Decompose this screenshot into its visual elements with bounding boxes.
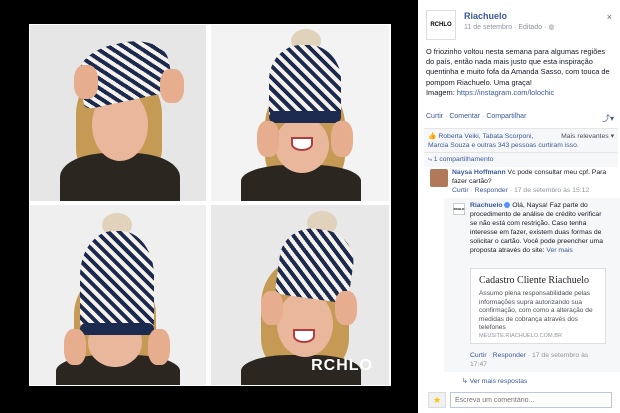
like-button[interactable]: Curtir <box>426 113 443 120</box>
hand <box>148 329 170 365</box>
page-name-link[interactable]: Riachuelo <box>464 11 507 21</box>
shares-count[interactable]: 1 compartilhamento <box>434 156 494 163</box>
link-card-title: Cadastro Cliente Riachuelo <box>479 275 589 286</box>
photo-tile-1 <box>30 25 206 201</box>
hat-band <box>80 323 154 335</box>
caption-text: O friozinho voltou nesta semana para alg… <box>426 47 610 87</box>
photo-viewer: RCHLO <box>0 0 418 413</box>
face <box>277 291 333 357</box>
caption-link[interactable]: https://instagram.com/lolochic <box>457 88 554 97</box>
globe-icon: ◍ <box>548 24 555 31</box>
user-avatar-icon: ★ <box>428 392 446 408</box>
post-meta: 11 de setembro · Editado · ◍ <box>464 24 555 31</box>
reply-page-avatar[interactable]: RCHLO <box>453 203 465 215</box>
write-comment-row: ★ <box>428 390 612 410</box>
photo-tile-4: RCHLO <box>211 205 389 385</box>
edited-label[interactable]: Editado <box>518 24 542 31</box>
reply-body: Olá, Naysa! Faz parte do procedimento de… <box>470 202 603 254</box>
reply-like-link[interactable]: Curtir <box>470 352 487 359</box>
link-preview-card[interactable]: Cadastro Cliente Riachuelo Assumo plena … <box>470 268 606 344</box>
post-date[interactable]: 11 de setembro <box>464 24 512 31</box>
see-more-link[interactable]: Ver mais <box>546 247 572 254</box>
close-icon[interactable]: × <box>607 12 612 22</box>
photo-tile-2 <box>211 25 389 201</box>
sort-relevant-dropdown[interactable]: Mais relevantes ▾ <box>561 132 614 141</box>
shares-summary: ⤷ 1 compartilhamento <box>424 152 618 167</box>
photo-collage[interactable]: RCHLO <box>29 24 391 386</box>
comment-button[interactable]: Comentar <box>449 113 480 120</box>
page-avatar[interactable]: RCHLO <box>426 10 456 40</box>
beanie-hat <box>80 231 154 331</box>
post-header: RCHLO Riachuelo 11 de setembro · Editado… <box>426 10 616 40</box>
more-replies-link[interactable]: ↳ Ver mais respostas <box>462 377 527 385</box>
likes-summary: 👍 Roberta Veiki, Tabata Scorponi, Mais r… <box>424 128 618 153</box>
commenter-avatar[interactable] <box>430 169 448 187</box>
reply-author[interactable]: Riachuelo <box>470 202 502 209</box>
mouth <box>291 137 313 151</box>
link-card-description: Assumo plena responsabilidade pelas info… <box>479 290 593 332</box>
hand <box>74 65 98 99</box>
reply-meta: Curtir · Responder · 17 de setembro às 1… <box>470 352 589 368</box>
hand <box>257 121 279 157</box>
photo-tile-3 <box>30 205 206 385</box>
hand <box>64 329 86 365</box>
hand <box>331 121 353 157</box>
reply-time[interactable]: 17 de setembro às 17:47 <box>470 352 588 368</box>
brand-watermark: RCHLO <box>311 357 373 374</box>
comment-item: Naysa Hoffmann Vc pode consultar meu cpf… <box>452 168 608 195</box>
comment-like-link[interactable]: Curtir <box>452 187 469 194</box>
hand <box>160 69 184 103</box>
share-options-icon[interactable]: ⤴▾ <box>602 113 614 124</box>
hat-band <box>269 111 341 123</box>
caption-prefix: Imagem: <box>426 87 457 97</box>
post-caption: O friozinho voltou nesta semana para alg… <box>426 47 612 98</box>
hand <box>335 291 357 325</box>
commenter-name[interactable]: Naysa Hoffmann <box>452 169 506 176</box>
comment-reply-link[interactable]: Responder <box>475 187 508 194</box>
comment-input[interactable] <box>450 392 612 408</box>
mouth <box>293 329 315 343</box>
verified-badge-icon <box>504 202 511 209</box>
comment-time[interactable]: 17 de setembro às 15:12 <box>514 187 589 194</box>
comment-meta: Curtir · Responder · 17 de setembro às 1… <box>452 187 590 194</box>
post-actions: Curtir · Comentar · Compartilhar <box>426 113 616 120</box>
hand <box>261 291 283 325</box>
reply-reply-link[interactable]: Responder <box>493 352 526 359</box>
likers-names[interactable]: Roberta Veiki, Tabata Scorponi, <box>438 133 533 140</box>
link-card-url: MEUSITE.RIACHUELO.COM.BR <box>479 333 562 339</box>
share-button[interactable]: Compartilhar <box>486 113 526 120</box>
reply-comment: Riachuelo Olá, Naysa! Faz parte do proce… <box>470 201 606 255</box>
thumbs-up-icon: 👍 <box>428 133 437 140</box>
likers-more[interactable]: Marcia Souza e outras 343 pessoas curtir… <box>428 142 579 149</box>
share-icon: ⤷ <box>428 156 432 163</box>
